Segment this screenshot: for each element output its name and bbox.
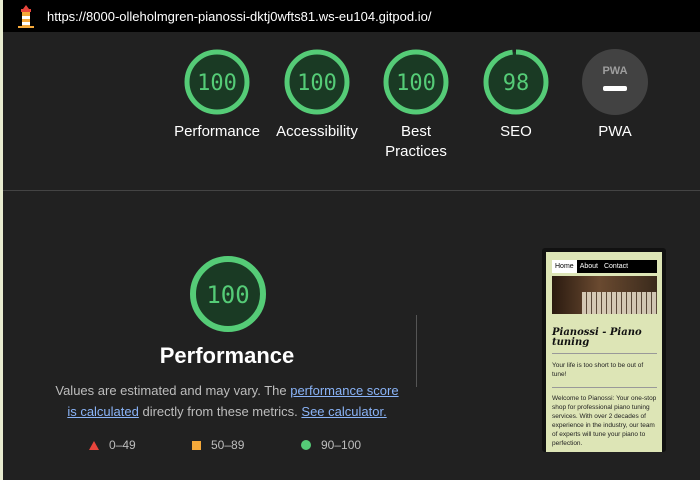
thumbnail-page: Home About Contact Pianossi - Piano tuni… [546, 252, 662, 452]
thumbnail-nav-contact: Contact [603, 263, 629, 270]
gauge-score: 98 [503, 71, 530, 96]
pass-circle-icon [301, 440, 311, 450]
legend-fail: 0–49 [89, 438, 136, 452]
desc-text: directly from these metrics. [138, 404, 302, 419]
category-gauges: 100 Performance 100 Accessibility 100 Be… [165, 48, 665, 178]
performance-description: Values are estimated and may vary. The p… [50, 380, 404, 422]
performance-score: 100 [206, 281, 249, 309]
desc-text: Values are estimated and may vary. The [55, 383, 291, 398]
legend-label: 0–49 [109, 438, 136, 452]
thumbnail-body: Welcome to Pianossi: Your one-stop shop … [552, 395, 657, 447]
gauge-score: 100 [197, 71, 237, 96]
gauge-label: SEO [500, 123, 532, 140]
gauge-label: PWA [598, 123, 632, 140]
pwa-badge-text: PWA [602, 65, 627, 77]
thumbnail-nav-about: About [579, 263, 598, 270]
gauge-best-practices[interactable]: 100 Best Practices [364, 48, 468, 162]
score-ring: 100 [184, 49, 250, 115]
score-ring: 100 [284, 49, 350, 115]
average-square-icon [192, 440, 201, 450]
gauge-pwa[interactable]: PWA PWA [563, 48, 667, 142]
vertical-divider [416, 315, 417, 387]
score-legend: 0–49 50–89 90–100 [0, 438, 450, 456]
performance-title: Performance [159, 343, 295, 368]
window-edge [0, 0, 3, 480]
legend-pass: 90–100 [301, 438, 361, 452]
score-ring: 100 [383, 49, 449, 115]
gauge-score: 100 [297, 71, 337, 96]
thumbnail-tagline: Your life is too short to be out of tune… [552, 362, 644, 378]
gauge-accessibility[interactable]: 100 Accessibility [265, 48, 369, 142]
thumbnail-title: Pianossi - Piano tuning [552, 327, 642, 348]
thumbnail-nav-home: Home [552, 260, 577, 273]
report-topbar: https://8000-olleholmgren-pianossi-dktj0… [3, 0, 700, 32]
lighthouse-icon [18, 5, 34, 28]
pwa-icon: PWA [582, 49, 648, 115]
thumbnail-divider [552, 353, 657, 354]
gauge-label: Accessibility [276, 123, 358, 140]
legend-average: 50–89 [192, 438, 244, 452]
gauge-seo[interactable]: 98 SEO [464, 48, 568, 142]
fail-triangle-icon [89, 440, 99, 450]
gauge-label: Performance [174, 123, 260, 140]
gauge-label: Best Practices [385, 123, 447, 160]
thumbnail-divider [552, 387, 657, 388]
gauge-score: 100 [396, 71, 436, 96]
page-url[interactable]: https://8000-olleholmgren-pianossi-dktj0… [47, 9, 431, 24]
thumbnail-piano-image [552, 276, 657, 314]
score-ring: 98 [483, 49, 549, 115]
legend-label: 90–100 [321, 438, 362, 452]
legend-label: 50–89 [211, 438, 245, 452]
thumbnail-nav: Home About Contact [552, 260, 657, 273]
performance-score-gauge: 100 [190, 256, 266, 332]
gauge-performance[interactable]: 100 Performance [165, 48, 269, 142]
section-divider [3, 190, 700, 191]
see-calculator-link[interactable]: See calculator. [301, 404, 386, 419]
page-screenshot-thumbnail[interactable]: Home About Contact Pianossi - Piano tuni… [542, 248, 666, 452]
